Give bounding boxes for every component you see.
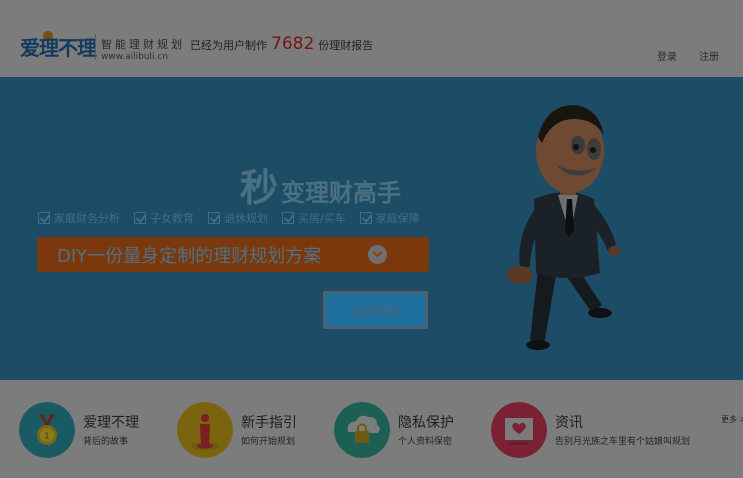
check-icon bbox=[282, 212, 294, 224]
cloud-lock-icon[interactable] bbox=[334, 402, 390, 458]
check-icon bbox=[359, 212, 372, 224]
slogan: 智能理财规划 bbox=[101, 38, 185, 51]
entry-subtitle: 如何开始规划 bbox=[241, 437, 296, 447]
chevron-down-icon[interactable] bbox=[368, 245, 387, 264]
check-icon bbox=[208, 212, 220, 224]
feature-label: 买房/买车 bbox=[298, 212, 346, 225]
site-url: www.ailibuli.cn bbox=[101, 52, 169, 62]
medal-icon[interactable]: 1 bbox=[19, 402, 75, 458]
entry-title: 爱理不理 bbox=[83, 415, 139, 431]
entry-title: 新手指引 bbox=[241, 415, 297, 431]
site-header: 爱理不理 智能理财规划 www.ailibuli.cn 已经为用户制作 7682… bbox=[0, 0, 743, 77]
more-link[interactable]: 更多 > bbox=[721, 414, 743, 425]
stat-suffix: 份理财报告 bbox=[318, 39, 374, 52]
feature-label: 子女教育 bbox=[150, 212, 194, 225]
feature-item: 子女教育 bbox=[134, 210, 194, 226]
feature-item: 家庭保障 bbox=[359, 210, 420, 226]
stat-count: 7682 bbox=[271, 34, 315, 54]
mascot-businessman-illustration bbox=[507, 105, 620, 350]
diy-text: DIY一份量身定制的理财规划方案 bbox=[57, 246, 322, 267]
check-icon bbox=[134, 212, 146, 224]
start-plan-button[interactable]: 立即规划 bbox=[323, 291, 428, 329]
register-link[interactable]: 注册 bbox=[699, 48, 719, 63]
logo-divider bbox=[95, 34, 96, 60]
entry-subtitle: 个人资料保密 bbox=[398, 437, 453, 447]
feature-item: 退休规划 bbox=[208, 210, 268, 226]
feature-list: 家庭财务分析 子女教育 退休规划 买房/买车 家庭保障 bbox=[38, 210, 420, 226]
entry-title: 资讯 bbox=[555, 415, 583, 431]
headline: 秒变理财高手 bbox=[240, 157, 401, 212]
feature-label: 家庭保障 bbox=[375, 212, 420, 225]
logo-text[interactable]: 爱理不理 bbox=[20, 32, 97, 61]
entry-subtitle: 告别月光族之车里有个姑娘叫规划 bbox=[555, 437, 691, 447]
figure-target-icon[interactable] bbox=[177, 402, 233, 458]
quick-entry-strip: 1 爱理不理 背后的故事 新手指引 如何开始规划 隐私保护 个人资料保密 资讯 … bbox=[0, 380, 743, 478]
login-link[interactable]: 登录 bbox=[657, 48, 677, 63]
feature-label: 退休规划 bbox=[224, 212, 268, 225]
diy-plan-bar[interactable]: DIY一份量身定制的理财规划方案 bbox=[37, 237, 429, 272]
check-icon bbox=[38, 212, 50, 224]
feature-item: 买房/买车 bbox=[282, 210, 346, 226]
headline-rest: 变理财高手 bbox=[281, 179, 402, 207]
report-count: 已经为用户制作 7682 份理财报告 bbox=[190, 34, 373, 54]
feature-label: 家庭财务分析 bbox=[54, 212, 120, 225]
hero-banner: 秒变理财高手 家庭财务分析 子女教育 退休规划 买房/买车 家庭保障 DIY一份… bbox=[0, 77, 743, 380]
entry-title: 隐私保护 bbox=[398, 415, 454, 431]
headline-big: 秒 bbox=[240, 166, 279, 210]
stat-prefix: 已经为用户制作 bbox=[190, 39, 267, 52]
entry-subtitle: 背后的故事 bbox=[83, 437, 129, 447]
svg-text:1: 1 bbox=[44, 432, 50, 442]
heart-letter-icon[interactable] bbox=[491, 402, 547, 458]
feature-item: 家庭财务分析 bbox=[38, 210, 120, 226]
